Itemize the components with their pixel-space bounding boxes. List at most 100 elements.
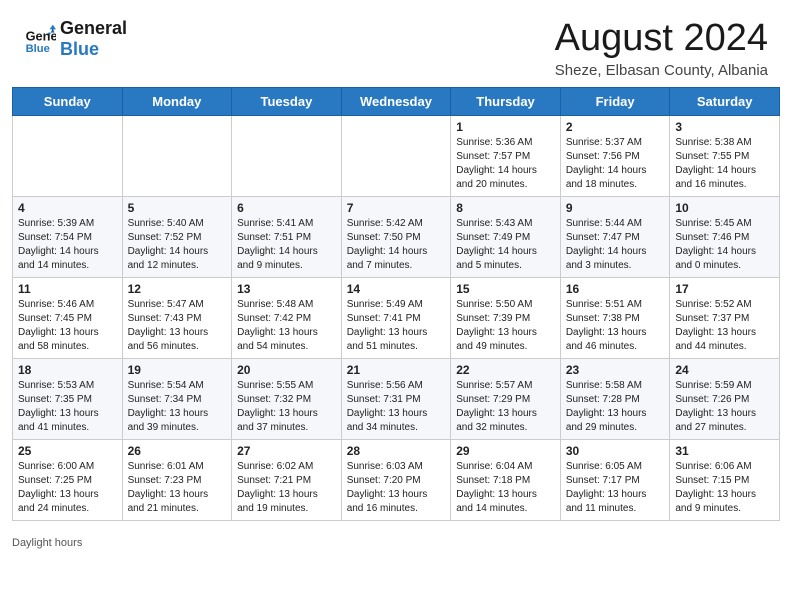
calendar-table: SundayMondayTuesdayWednesdayThursdayFrid…: [12, 87, 780, 521]
day-info: Sunrise: 5:55 AM Sunset: 7:32 PM Dayligh…: [237, 379, 336, 435]
calendar-cell: 6 Sunrise: 5:41 AM Sunset: 7:51 PM Daylig…: [232, 196, 342, 277]
calendar-cell: 12 Sunrise: 5:47 AM Sunset: 7:43 PM Dayli…: [122, 277, 232, 358]
calendar-cell: 29Sunrise: 6:04 AM Sunset: 7:18 PM Dayli…: [451, 439, 561, 520]
calendar-cell: 15 Sunrise: 5:50 AM Sunset: 7:39 PM Dayli…: [451, 277, 561, 358]
day-of-week-header: Saturday: [670, 87, 780, 115]
calendar-week-row: 4 Sunrise: 5:39 AM Sunset: 7:54 PM Daylig…: [13, 196, 780, 277]
day-info: Sunrise: 5:53 AM Sunset: 7:35 PM Dayligh…: [18, 379, 117, 435]
calendar-cell: [13, 115, 123, 196]
day-number: 16: [566, 282, 665, 296]
calendar-cell: 27 Sunrise: 6:02 AM Sunset: 7:21 PM Dayli…: [232, 439, 342, 520]
day-of-week-header: Tuesday: [232, 87, 342, 115]
day-info: Sunrise: 5:58 AM Sunset: 7:28 PM Dayligh…: [566, 379, 665, 435]
calendar-wrap: SundayMondayTuesdayWednesdayThursdayFrid…: [0, 87, 792, 533]
day-number: 13: [237, 282, 336, 296]
day-info: Sunrise: 5:37 AM Sunset: 7:56 PM Dayligh…: [566, 136, 665, 192]
calendar-cell: 7Sunrise: 5:42 AM Sunset: 7:50 PM Daylig…: [341, 196, 451, 277]
calendar-cell: 19Sunrise: 5:54 AM Sunset: 7:34 PM Dayli…: [122, 358, 232, 439]
calendar-cell: 9Sunrise: 5:44 AM Sunset: 7:47 PM Daylig…: [560, 196, 670, 277]
calendar-cell: 17Sunrise: 5:52 AM Sunset: 7:37 PM Dayli…: [670, 277, 780, 358]
calendar-cell: 30 Sunrise: 6:05 AM Sunset: 7:17 PM Dayli…: [560, 439, 670, 520]
day-info: Sunrise: 5:46 AM Sunset: 7:45 PM Dayligh…: [18, 298, 117, 354]
header-row: SundayMondayTuesdayWednesdayThursdayFrid…: [13, 87, 780, 115]
day-of-week-header: Monday: [122, 87, 232, 115]
day-number: 18: [18, 363, 117, 377]
day-number: 15: [456, 282, 555, 296]
svg-text:General: General: [26, 28, 56, 43]
calendar-cell: 16 Sunrise: 5:51 AM Sunset: 7:38 PM Dayli…: [560, 277, 670, 358]
calendar-cell: [122, 115, 232, 196]
calendar-cell: 26Sunrise: 6:01 AM Sunset: 7:23 PM Dayli…: [122, 439, 232, 520]
day-number: 1: [456, 120, 555, 134]
calendar-cell: 13Sunrise: 5:48 AM Sunset: 7:42 PM Dayli…: [232, 277, 342, 358]
day-info: Sunrise: 6:05 AM Sunset: 7:17 PM Dayligh…: [566, 460, 665, 516]
calendar-cell: 21 Sunrise: 5:56 AM Sunset: 7:31 PM Dayli…: [341, 358, 451, 439]
day-number: 10: [675, 201, 774, 215]
day-info: Sunrise: 5:39 AM Sunset: 7:54 PM Dayligh…: [18, 217, 117, 273]
day-number: 21: [347, 363, 446, 377]
calendar-body: 1 Sunrise: 5:36 AM Sunset: 7:57 PM Daylig…: [13, 115, 780, 520]
calendar-cell: 14 Sunrise: 5:49 AM Sunset: 7:41 PM Dayli…: [341, 277, 451, 358]
day-number: 31: [675, 444, 774, 458]
calendar-week-row: 1 Sunrise: 5:36 AM Sunset: 7:57 PM Daylig…: [13, 115, 780, 196]
logo: General Blue General Blue: [24, 18, 127, 59]
day-info: Sunrise: 5:41 AM Sunset: 7:51 PM Dayligh…: [237, 217, 336, 273]
day-number: 4: [18, 201, 117, 215]
calendar-cell: 23 Sunrise: 5:58 AM Sunset: 7:28 PM Dayli…: [560, 358, 670, 439]
calendar-cell: 2 Sunrise: 5:37 AM Sunset: 7:56 PM Daylig…: [560, 115, 670, 196]
day-number: 14: [347, 282, 446, 296]
calendar-header: SundayMondayTuesdayWednesdayThursdayFrid…: [13, 87, 780, 115]
calendar-cell: 5 Sunrise: 5:40 AM Sunset: 7:52 PM Daylig…: [122, 196, 232, 277]
main-title: August 2024: [555, 18, 768, 60]
day-of-week-header: Wednesday: [341, 87, 451, 115]
calendar-cell: 4 Sunrise: 5:39 AM Sunset: 7:54 PM Daylig…: [13, 196, 123, 277]
day-number: 30: [566, 444, 665, 458]
day-info: Sunrise: 5:56 AM Sunset: 7:31 PM Dayligh…: [347, 379, 446, 435]
day-info: Sunrise: 5:47 AM Sunset: 7:43 PM Dayligh…: [128, 298, 227, 354]
calendar-week-row: 11Sunrise: 5:46 AM Sunset: 7:45 PM Dayli…: [13, 277, 780, 358]
logo-icon: General Blue: [24, 23, 56, 55]
calendar-cell: 25 Sunrise: 6:00 AM Sunset: 7:25 PM Dayli…: [13, 439, 123, 520]
day-number: 3: [675, 120, 774, 134]
calendar-week-row: 25 Sunrise: 6:00 AM Sunset: 7:25 PM Dayli…: [13, 439, 780, 520]
day-number: 25: [18, 444, 117, 458]
svg-text:Blue: Blue: [26, 42, 50, 54]
calendar-cell: 18 Sunrise: 5:53 AM Sunset: 7:35 PM Dayli…: [13, 358, 123, 439]
day-of-week-header: Friday: [560, 87, 670, 115]
day-number: 6: [237, 201, 336, 215]
day-info: Sunrise: 5:38 AM Sunset: 7:55 PM Dayligh…: [675, 136, 774, 192]
day-of-week-header: Thursday: [451, 87, 561, 115]
day-of-week-header: Sunday: [13, 87, 123, 115]
day-info: Sunrise: 5:43 AM Sunset: 7:49 PM Dayligh…: [456, 217, 555, 273]
page-wrapper: General Blue General Blue August 2024 Sh…: [0, 0, 792, 557]
day-info: Sunrise: 5:44 AM Sunset: 7:47 PM Dayligh…: [566, 217, 665, 273]
calendar-cell: [232, 115, 342, 196]
day-number: 27: [237, 444, 336, 458]
calendar-cell: 8Sunrise: 5:43 AM Sunset: 7:49 PM Daylig…: [451, 196, 561, 277]
day-info: Sunrise: 5:50 AM Sunset: 7:39 PM Dayligh…: [456, 298, 555, 354]
calendar-week-row: 18 Sunrise: 5:53 AM Sunset: 7:35 PM Dayli…: [13, 358, 780, 439]
day-number: 24: [675, 363, 774, 377]
day-info: Sunrise: 6:04 AM Sunset: 7:18 PM Dayligh…: [456, 460, 555, 516]
day-number: 23: [566, 363, 665, 377]
day-info: Sunrise: 6:02 AM Sunset: 7:21 PM Dayligh…: [237, 460, 336, 516]
subtitle: Sheze, Elbasan County, Albania: [555, 62, 768, 79]
calendar-cell: [341, 115, 451, 196]
header: General Blue General Blue August 2024 Sh…: [0, 0, 792, 87]
day-info: Sunrise: 6:03 AM Sunset: 7:20 PM Dayligh…: [347, 460, 446, 516]
day-info: Sunrise: 5:57 AM Sunset: 7:29 PM Dayligh…: [456, 379, 555, 435]
day-info: Sunrise: 5:49 AM Sunset: 7:41 PM Dayligh…: [347, 298, 446, 354]
footer-note: Daylight hours: [0, 533, 792, 557]
day-number: 2: [566, 120, 665, 134]
calendar-cell: 3 Sunrise: 5:38 AM Sunset: 7:55 PM Daylig…: [670, 115, 780, 196]
day-number: 7: [347, 201, 446, 215]
day-info: Sunrise: 5:40 AM Sunset: 7:52 PM Dayligh…: [128, 217, 227, 273]
day-info: Sunrise: 5:36 AM Sunset: 7:57 PM Dayligh…: [456, 136, 555, 192]
day-info: Sunrise: 5:51 AM Sunset: 7:38 PM Dayligh…: [566, 298, 665, 354]
day-number: 5: [128, 201, 227, 215]
day-number: 19: [128, 363, 227, 377]
day-number: 17: [675, 282, 774, 296]
day-number: 12: [128, 282, 227, 296]
day-info: Sunrise: 6:00 AM Sunset: 7:25 PM Dayligh…: [18, 460, 117, 516]
logo-line2: Blue: [60, 39, 127, 60]
